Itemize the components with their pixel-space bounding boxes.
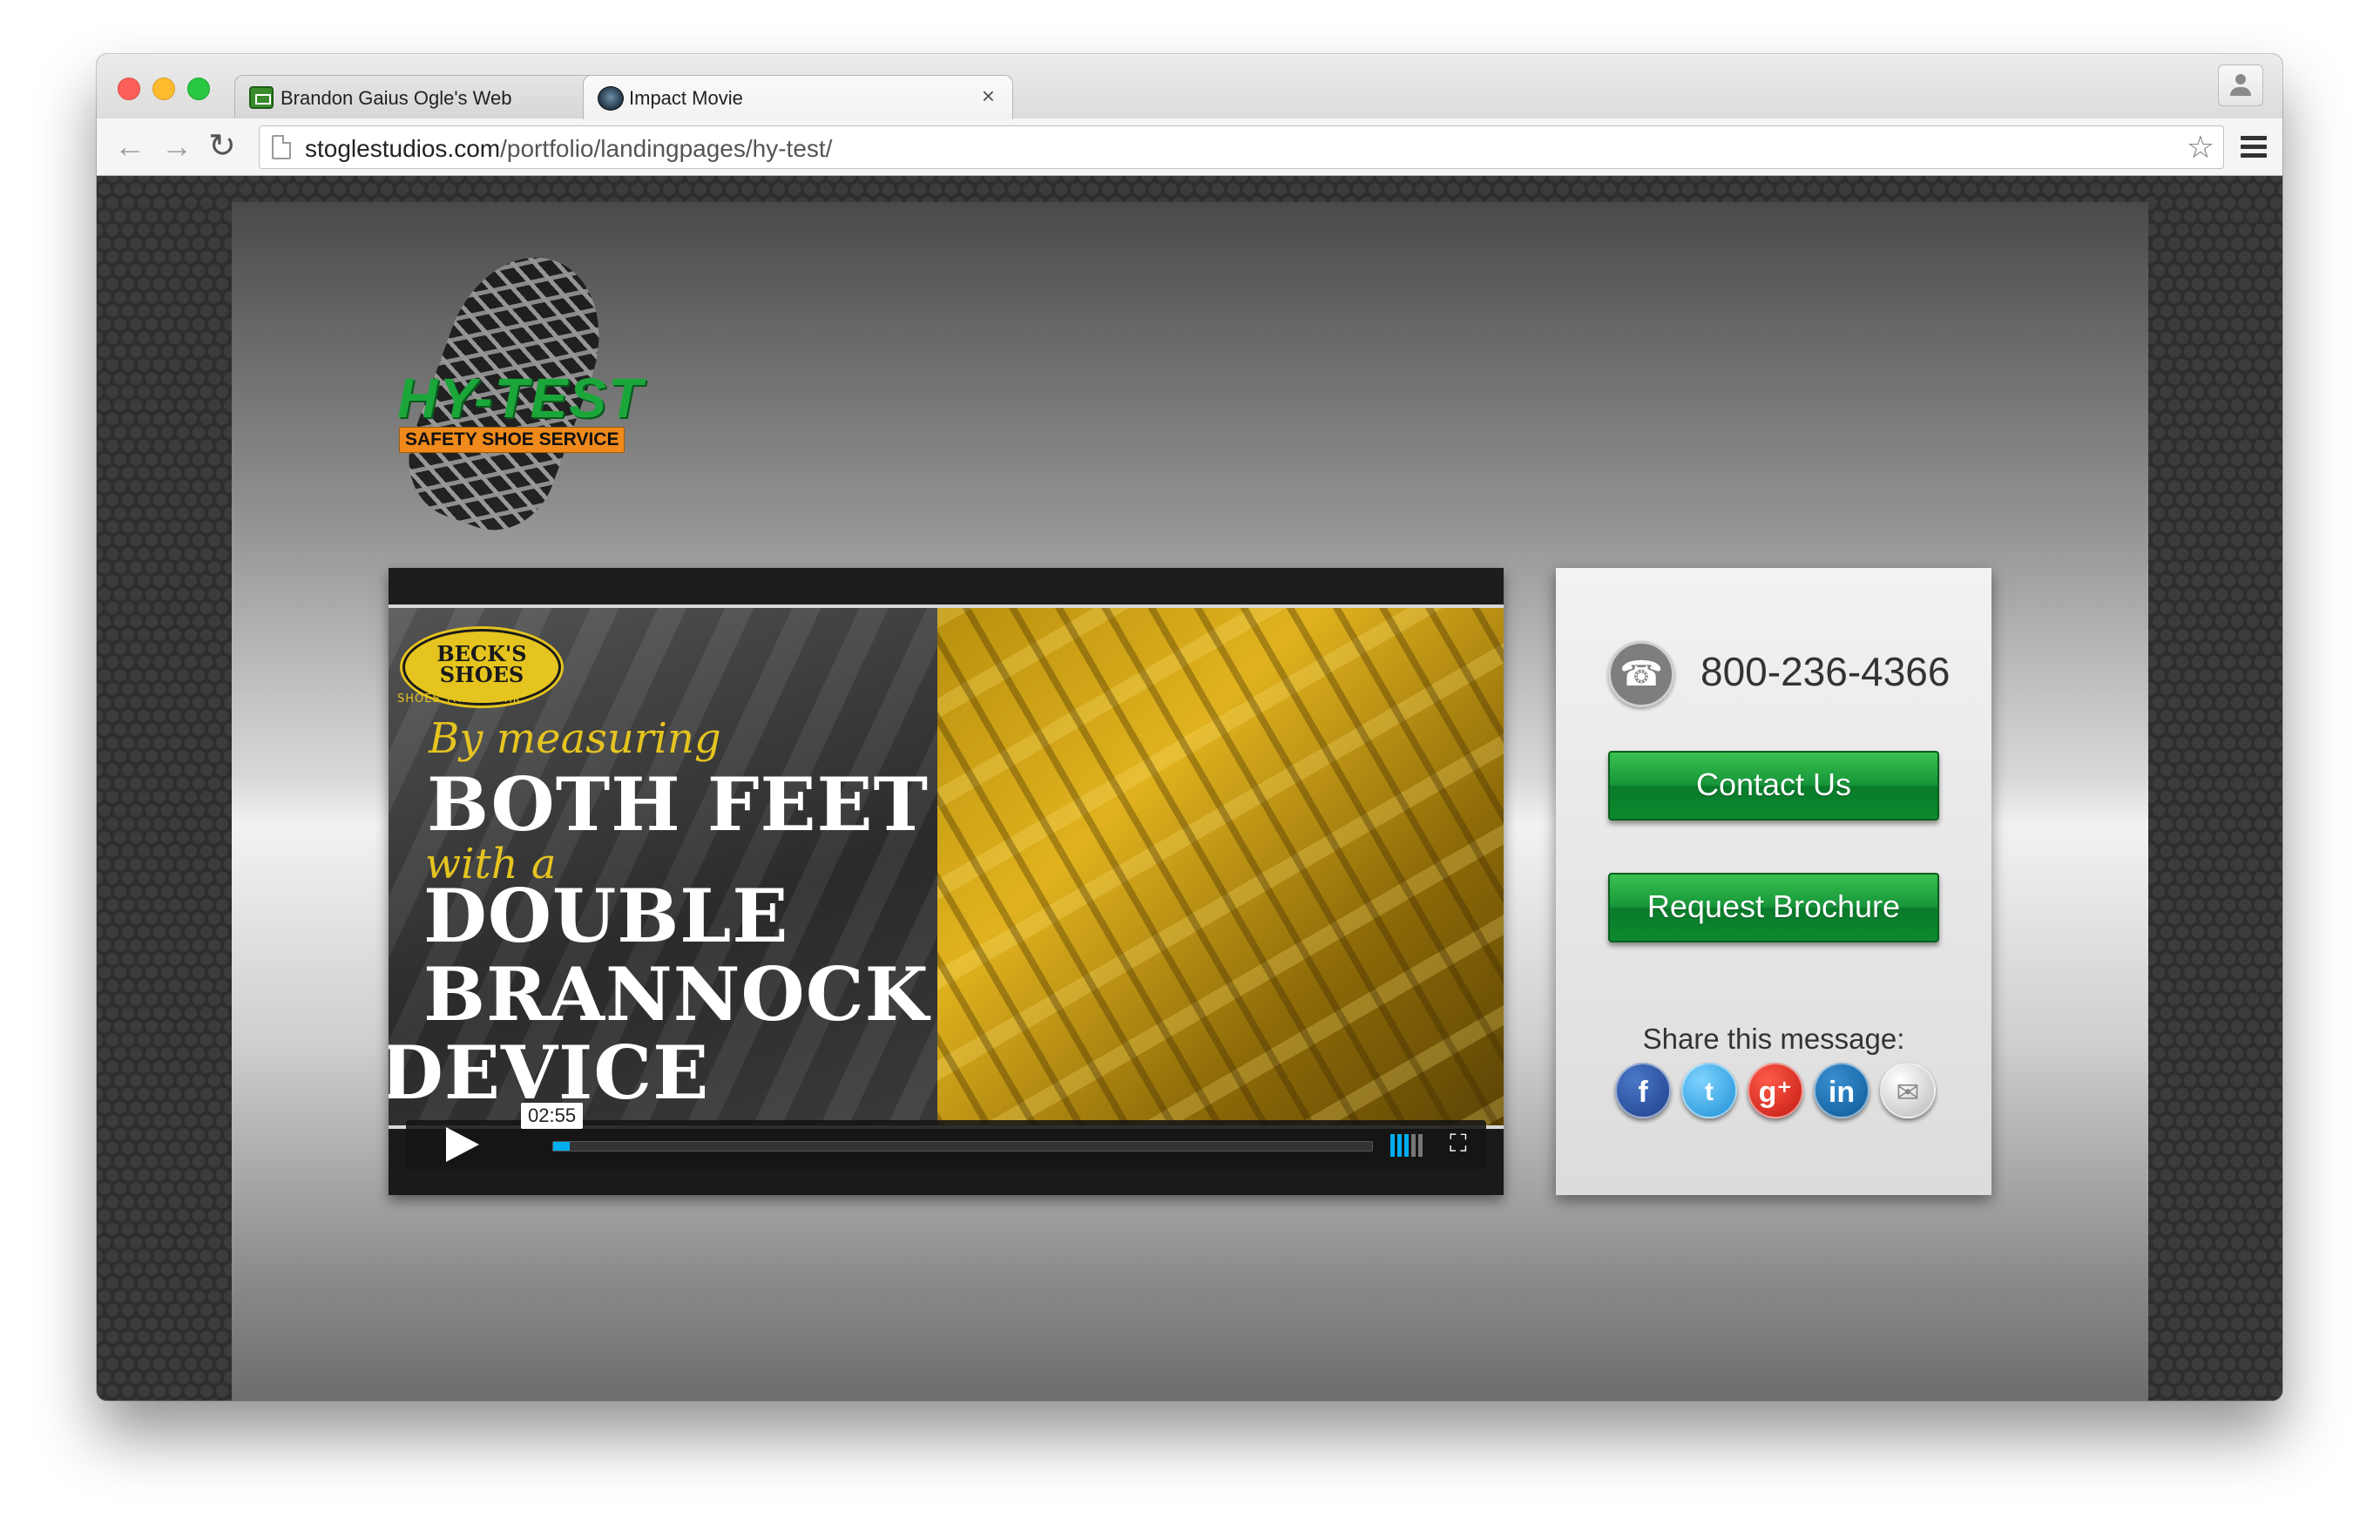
video-player[interactable]: BECK'S SHOES SHOES THAT WORK By measurin…	[389, 568, 1504, 1195]
video-progress-fill	[553, 1142, 570, 1151]
hy-test-logo[interactable]: HY-TEST SAFETY SHOE SERVICE	[390, 235, 659, 547]
briefcase-icon	[249, 86, 274, 109]
video-caption-line: BRANNOCK	[423, 951, 930, 1037]
minimize-window-button[interactable]	[152, 78, 175, 100]
contact-panel: ☎ 800-236-4366 Contact Us Request Brochu…	[1556, 568, 1991, 1195]
phone-number[interactable]: 800-236-4366	[1700, 648, 1950, 695]
video-caption-line: DOUBLE	[423, 873, 789, 959]
profile-button[interactable]	[2218, 64, 2263, 106]
reload-button[interactable]: ↻	[208, 129, 236, 164]
browser-toolbar: ← → ↻ stoglestudios.com/portfolio/landin…	[97, 118, 2282, 176]
tab-close-icon[interactable]: ×	[982, 84, 995, 107]
tab-strip: Brandon Gaius Ogle's Web × Impact Movie …	[97, 54, 2282, 119]
brannock-device-image	[937, 608, 1504, 1125]
logo-wordmark: HY-TEST	[397, 367, 645, 429]
request-brochure-button[interactable]: Request Brochure	[1608, 873, 1939, 942]
person-icon	[2235, 74, 2246, 84]
facebook-icon[interactable]: f	[1615, 1063, 1671, 1118]
back-button[interactable]: ←	[114, 129, 145, 164]
contact-us-button[interactable]: Contact Us	[1608, 751, 1939, 821]
zoom-window-button[interactable]	[187, 78, 210, 100]
forward-button[interactable]: →	[161, 129, 193, 164]
url-text[interactable]: stoglestudios.com/portfolio/landingpages…	[305, 135, 832, 163]
bookmark-star-icon[interactable]: ☆	[2187, 130, 2214, 165]
page-viewport: HY-TEST SAFETY SHOE SERVICE BECK'S SHOES…	[97, 176, 2282, 1401]
browser-window: Brandon Gaius Ogle's Web × Impact Movie …	[97, 54, 2282, 1401]
video-caption-line: By measuring	[429, 714, 721, 763]
email-icon[interactable]: ✉	[1880, 1063, 1936, 1118]
video-caption-line: BOTH FEET	[427, 761, 930, 848]
phone-icon: ☎	[1608, 641, 1674, 707]
video-progress-bar[interactable]	[552, 1141, 1373, 1152]
becks-tagline: SHOES THAT WORK	[397, 692, 522, 706]
close-window-button[interactable]	[118, 78, 140, 100]
video-controls: 02:55 ⛶	[406, 1103, 1486, 1169]
landing-page: HY-TEST SAFETY SHOE SERVICE BECK'S SHOES…	[232, 202, 2148, 1401]
volume-icon[interactable]	[1390, 1134, 1430, 1157]
becks-name: BECK'S SHOES	[436, 641, 527, 687]
page-icon	[272, 135, 291, 159]
url-domain: stoglestudios.com	[305, 135, 501, 162]
play-icon[interactable]	[446, 1127, 479, 1162]
address-bar[interactable]: stoglestudios.com/portfolio/landingpages…	[259, 125, 2224, 169]
url-path: /portfolio/landingpages/hy-test/	[500, 135, 833, 162]
fullscreen-icon[interactable]: ⛶	[1450, 1131, 1472, 1156]
tab-title: Brandon Gaius Ogle's Web	[281, 87, 512, 109]
logo-tagline: SAFETY SHOE SERVICE	[399, 427, 625, 453]
linkedin-icon[interactable]: in	[1814, 1063, 1870, 1118]
tab-impact-movie[interactable]: Impact Movie ×	[583, 75, 1013, 119]
globe-icon	[598, 86, 624, 111]
google-plus-icon[interactable]: g⁺	[1748, 1063, 1803, 1118]
tab-title: Impact Movie	[629, 87, 743, 109]
twitter-icon[interactable]: t	[1681, 1063, 1737, 1118]
video-duration: 02:55	[521, 1103, 584, 1129]
hamburger-menu-icon[interactable]	[2241, 136, 2267, 162]
share-label: Share this message:	[1642, 1023, 1905, 1055]
